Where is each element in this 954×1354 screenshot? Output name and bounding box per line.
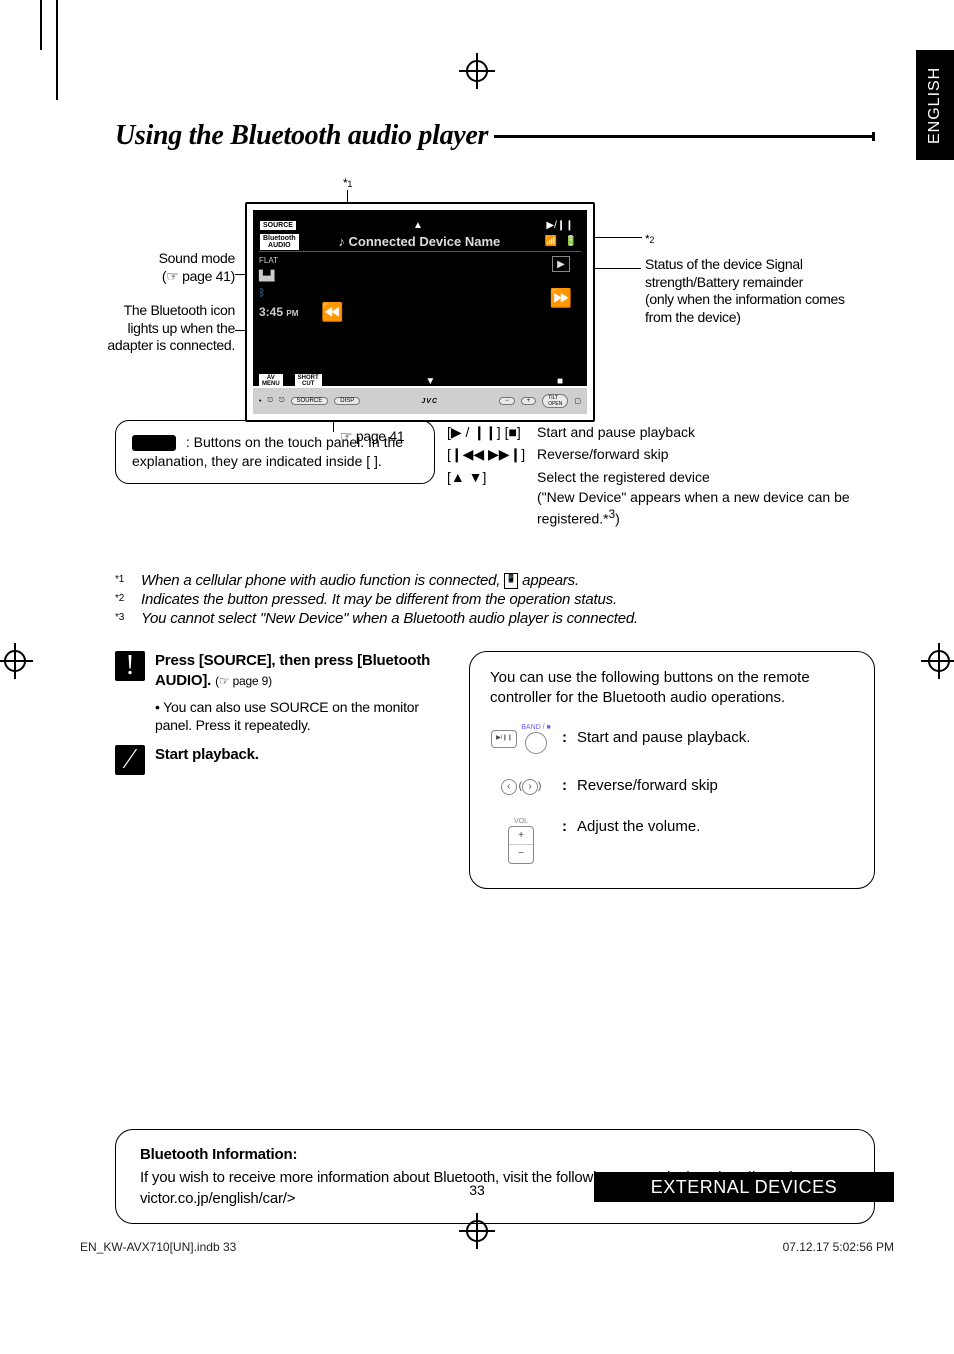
skip-back-icon: ⏪ [321, 302, 343, 323]
reg-mark-icon [4, 650, 26, 672]
phone-audio-icon: 📱 [504, 573, 518, 589]
leader-line [590, 237, 642, 238]
avmenu-chip: AV MENU [259, 374, 283, 388]
crop-line [40, 0, 42, 50]
source-chip: SOURCE [259, 220, 297, 231]
step-1: ! Press [SOURCE], then press [Bluetooth … [115, 651, 445, 735]
clock: 3:45 PM [259, 305, 313, 319]
steps-and-remote: ! Press [SOURCE], then press [Bluetooth … [115, 651, 875, 889]
legend-row: [❙◀◀ ▶▶❙] Reverse/forward skip [447, 444, 853, 464]
vol-btn-icon: +− [508, 826, 534, 864]
device-diagram: *1 Sound mode (☞ page 41) The Bluetooth … [115, 172, 875, 452]
footnote-1: *1 When a cellular phone with audio func… [115, 572, 875, 589]
remote-intro: You can use the following buttons on the… [490, 668, 854, 709]
hw-open-btn: TILTOPEN [542, 394, 568, 408]
shortcut-chip: SHORT CUT [295, 374, 322, 388]
section-tab: EXTERNAL DEVICES [594, 1172, 894, 1202]
btaudio-chip: BluetoothAUDIO [259, 233, 300, 251]
legend-desc: Reverse/forward skip [537, 444, 853, 464]
flat-indicator: FLAT [259, 256, 313, 265]
skip-back-btn-icon: ‹ [501, 779, 517, 795]
hw-plus-btn: + [521, 397, 537, 405]
step-1-sub: You can also use SOURCE on the monitor p… [155, 698, 445, 736]
footer-left: EN_KW-AVX710[UN].indb 33 [80, 1240, 236, 1254]
button-legend: [▶ / ❙❙] [■] Start and pause playback [❙… [445, 420, 855, 531]
step-2: ⁄ Start playback. [115, 745, 445, 775]
legend-key: [▲ ▼] [447, 467, 535, 530]
callout-status: Status of the device Signal strength/Bat… [645, 256, 855, 326]
footnote-2: *2 Indicates the button pressed. It may … [115, 591, 875, 608]
heading-rule [494, 135, 875, 138]
callout-soundmode: Sound mode (☞ page 41) [105, 250, 235, 285]
steps-column: ! Press [SOURCE], then press [Bluetooth … [115, 651, 445, 889]
signal-bars-icon: ▙▟ [259, 271, 313, 282]
reg-mark-icon [928, 650, 950, 672]
remote-row-play: ▶/❙❙ BAND / ■ : Start and pause playback… [490, 721, 854, 757]
battery-icon: 🔋 [565, 236, 577, 247]
page-number: 33 [469, 1182, 485, 1198]
remote-row-vol: VOL +− : Adjust the volume. [490, 817, 854, 864]
heading-row: Using the Bluetooth audio player [115, 120, 875, 152]
hw-minus-btn: − [499, 397, 515, 405]
legend-row: [▲ ▼] Select the registered device("New … [447, 467, 853, 530]
crop-line [56, 0, 58, 100]
connected-device-name: ♪ Connected Device Name [300, 234, 539, 249]
legend-desc: Start and pause playback [537, 422, 853, 442]
band-btn-icon [525, 732, 547, 754]
reg-mark-icon [466, 60, 488, 82]
language-tab: ENGLISH [916, 50, 954, 160]
step-number-icon: ! [115, 651, 145, 681]
page-heading: Using the Bluetooth audio player [115, 120, 488, 152]
vol-label: VOL [514, 817, 528, 826]
touchpanel-note-box: : Buttons on the touch panel. In the exp… [115, 420, 435, 484]
legend-key: [▶ / ❙❙] [■] [447, 422, 535, 442]
bluetooth-icon: ᛒ [259, 288, 313, 299]
bt-info-title: Bluetooth Information: [140, 1144, 850, 1165]
footer: EN_KW-AVX710[UN].indb 33 07.12.17 5:02:5… [80, 1239, 894, 1254]
play-indicator-icon: ▶ [552, 256, 570, 272]
callout-bticon: The Bluetooth icon lights up when the ad… [105, 302, 235, 355]
playpause-btn-icon: ▶/❙❙ [491, 730, 517, 748]
device-screen: SOURCE ▲ ▶/❙❙ BluetoothAUDIO ♪ Connected… [253, 210, 587, 386]
callout-star1: *1 [343, 176, 352, 191]
legend-desc: Select the registered device("New Device… [537, 467, 853, 530]
black-chip-icon [132, 435, 176, 451]
legend-row: [▶ / ❙❙] [■] Start and pause playback [447, 422, 853, 442]
remote-box: You can use the following buttons on the… [469, 651, 875, 889]
hw-disp-btn: DISP [334, 397, 360, 405]
antenna-icon: 📶 [545, 236, 557, 247]
footnotes: *1 When a cellular phone with audio func… [115, 572, 875, 627]
remote-row-skip: ‹ (›) : Reverse/forward skip [490, 769, 854, 805]
jvc-logo: JVC [421, 398, 438, 405]
footer-right: 07.12.17 5:02:56 PM [783, 1240, 894, 1254]
callout-star2: *2 [645, 232, 654, 247]
skip-fwd-btn-icon: › [522, 779, 538, 795]
page-content: Using the Bluetooth audio player *1 Soun… [115, 120, 875, 889]
footnote-3: *3 You cannot select "New Device" when a… [115, 610, 875, 627]
device-illustration: SOURCE ▲ ▶/❙❙ BluetoothAUDIO ♪ Connected… [245, 202, 595, 422]
band-label: BAND / ■ [521, 723, 551, 732]
hw-source-btn: SOURCE [291, 397, 329, 405]
legend-key: [❙◀◀ ▶▶❙] [447, 444, 535, 464]
skip-fwd-icon: ⏩ [550, 288, 572, 309]
hardware-buttons: •⎋⎋ SOURCE DISP JVC − + TILTOPEN ▢ [253, 388, 587, 414]
step-number-icon: ⁄ [115, 745, 145, 775]
